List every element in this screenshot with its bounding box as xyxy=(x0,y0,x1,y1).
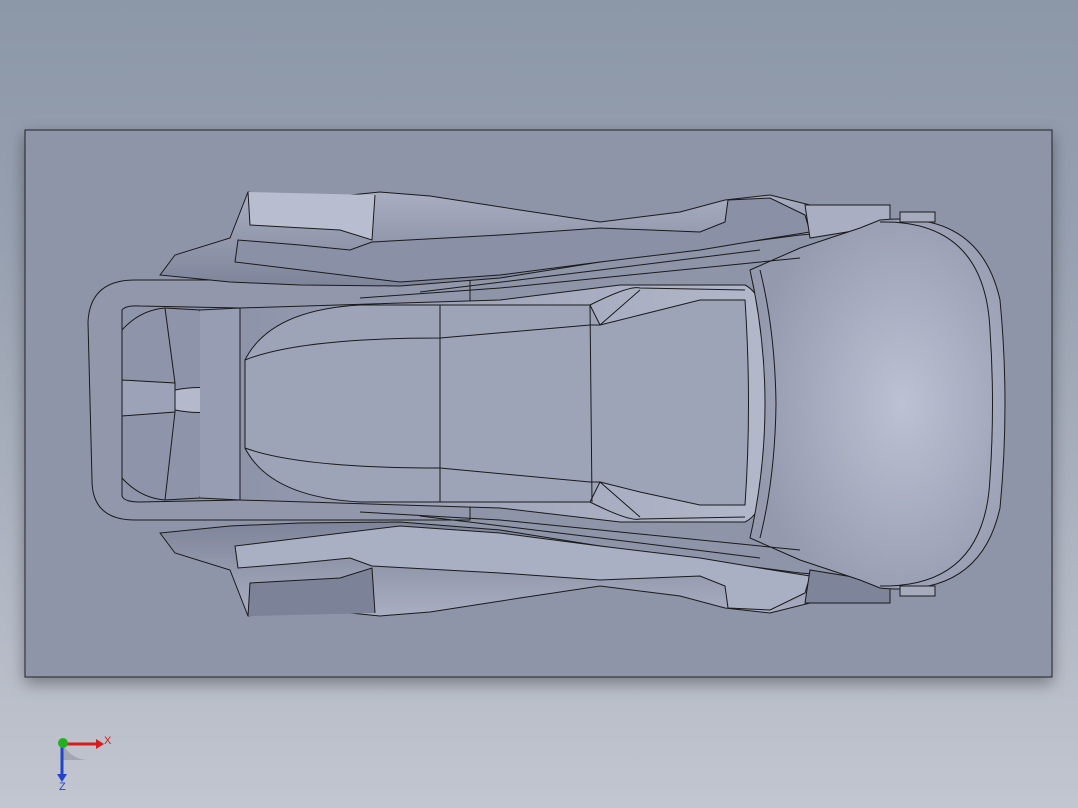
triad-z-label: Z xyxy=(59,781,66,793)
cad-graphics-viewport[interactable]: X Z xyxy=(0,0,1078,808)
triad-y-axis xyxy=(58,738,68,748)
triad-x-label: X xyxy=(104,735,112,747)
model-view[interactable]: X Z xyxy=(0,0,1078,808)
view-orientation-triad: X Z xyxy=(57,735,112,793)
triad-x-arrow xyxy=(96,739,104,749)
car-body[interactable] xyxy=(87,191,1006,617)
